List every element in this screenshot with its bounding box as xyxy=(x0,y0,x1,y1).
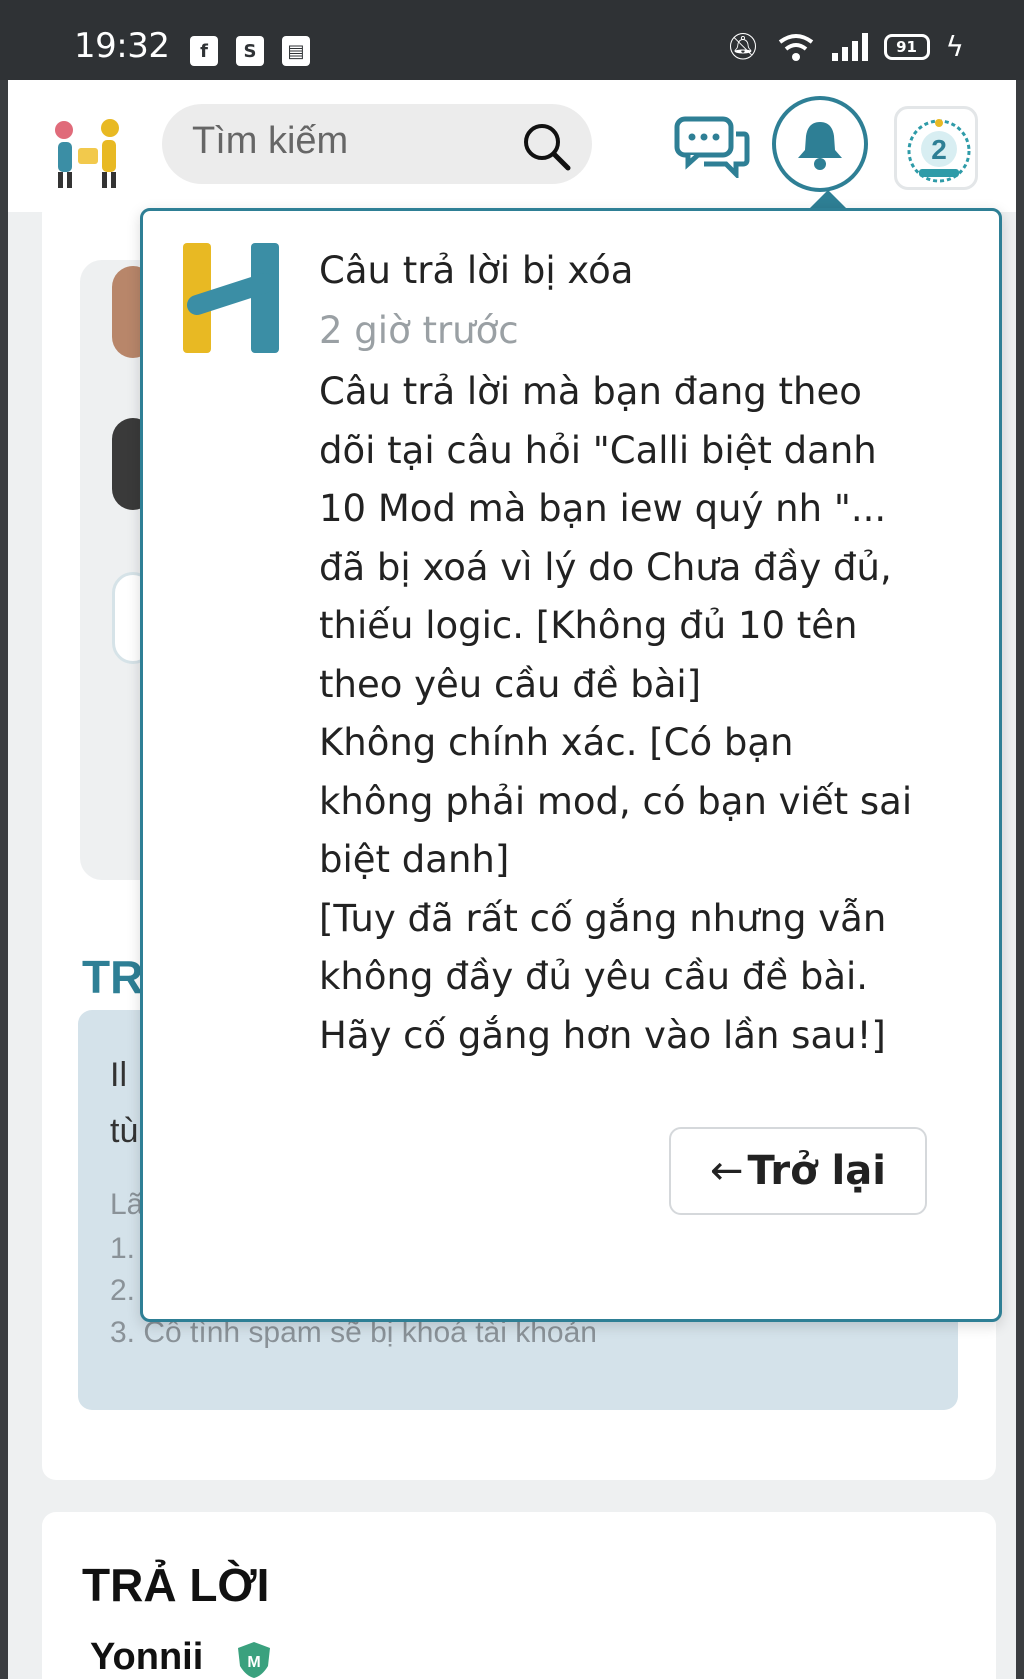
charging-icon: ϟ xyxy=(945,30,964,63)
notification-time: 2 giờ trước xyxy=(319,309,519,352)
shopee-icon: S xyxy=(236,36,264,66)
rule-item: 1. xyxy=(110,1232,136,1265)
rules-text: Il xyxy=(110,1056,127,1094)
svg-text:2: 2 xyxy=(931,134,947,165)
notification-line: không phải mod, có bạn viết sai xyxy=(319,779,913,823)
answer-username[interactable]: Yonnii xyxy=(90,1636,203,1679)
bell-icon xyxy=(798,122,842,170)
notification-line: Không chính xác. [Có bạn xyxy=(319,721,794,764)
user-avatar[interactable]: 2 xyxy=(894,106,978,190)
notification-title: Câu trả lời bị xóa xyxy=(319,249,634,292)
notification-icons: f S ▤ xyxy=(190,36,310,66)
search-bar[interactable]: Tìm kiếm xyxy=(162,104,592,184)
popup-arrow xyxy=(810,190,846,208)
section-title: TR xyxy=(82,951,144,1003)
notification-line: biệt danh] xyxy=(319,838,510,881)
status-time: 19:32 xyxy=(74,26,170,66)
calendar-icon: ▤ xyxy=(282,36,310,66)
wifi-icon xyxy=(778,33,813,61)
svg-text:M: M xyxy=(247,1654,260,1671)
battery-icon: 91 xyxy=(883,33,930,60)
notification-line: đã bị xoá vì lý do Chưa đầy đủ, xyxy=(319,545,892,589)
status-bar: 19:32 f S ▤ 🔕︎ 91 ϟ xyxy=(0,0,1024,80)
notification-line: [Tuy đã rất cố gắng nhưng vẫn xyxy=(319,896,887,940)
rule-item: 2. xyxy=(110,1274,136,1307)
mod-badge-icon: M xyxy=(238,1642,270,1678)
answers-card: TRẢ LỜI Yonnii M xyxy=(42,1512,996,1679)
notification-line: dõi tại câu hỏi "Calli biệt danh xyxy=(319,428,877,472)
app-logo[interactable] xyxy=(44,108,132,192)
mute-icon: 🔕︎ xyxy=(726,31,760,62)
chat-icon[interactable] xyxy=(674,116,750,178)
search-input[interactable]: Tìm kiếm xyxy=(192,120,348,163)
notification-line: không đầy đủ yêu cầu đề bài. xyxy=(319,955,869,998)
back-button-label: Trở lại xyxy=(747,1148,886,1194)
app: TR Il tù Lã 1. 2. 3. Cố tình spam sẽ bị … xyxy=(8,80,1016,1679)
signal-icon xyxy=(831,32,868,61)
back-button[interactable]: ← Trở lại xyxy=(669,1127,927,1215)
notification-line: theo yêu cầu đề bài] xyxy=(319,662,702,706)
facebook-icon: f xyxy=(190,36,218,66)
rules-label: Lã xyxy=(110,1188,144,1221)
notification-line: Hãy cố gắng hơn vào lần sau!] xyxy=(319,1013,886,1057)
status-right: 🔕︎ 91 ϟ xyxy=(727,30,965,63)
notification-line: Câu trả lời mà bạn đang theo xyxy=(319,370,862,413)
notification-line: thiếu logic. [Không đủ 10 tên xyxy=(319,604,858,647)
rank-badge-icon: 2 xyxy=(907,119,971,183)
search-icon[interactable] xyxy=(518,118,574,174)
notification-popup: Câu trả lời bị xóa 2 giờ trước Câu trả l… xyxy=(140,208,1002,1322)
arrow-left-icon: ← xyxy=(710,1148,744,1194)
hoc24-logo-icon xyxy=(183,243,279,353)
rules-text: tù xyxy=(110,1112,139,1150)
notification-line: 10 Mod mà bạn iew quý nh "... xyxy=(319,487,887,530)
notification-body: Câu trả lời mà bạn đang theo dõi tại câu… xyxy=(319,363,979,1065)
app-header: Tìm kiếm 2 xyxy=(8,80,1016,212)
notification-bell-button[interactable] xyxy=(772,96,868,192)
answers-title: TRẢ LỜI xyxy=(82,1559,270,1611)
